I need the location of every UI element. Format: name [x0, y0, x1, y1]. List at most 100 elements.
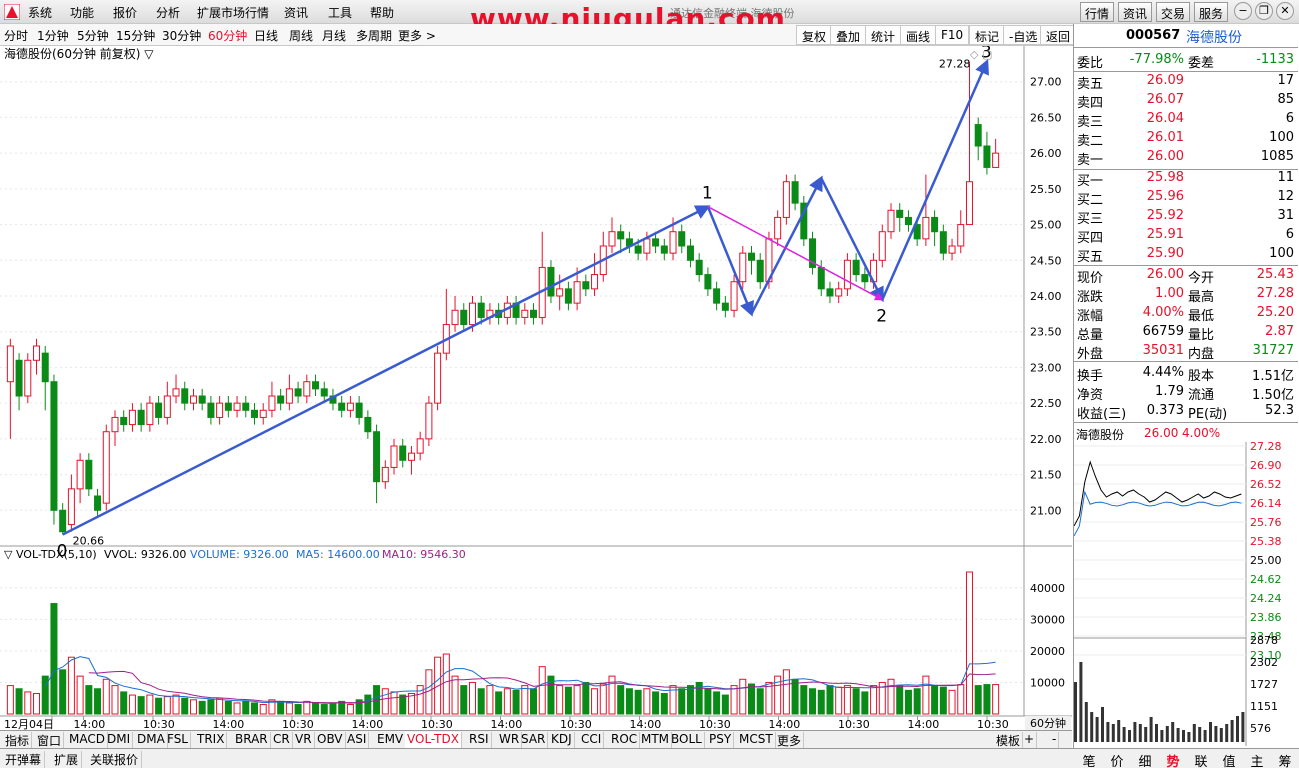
indicator-tab-rsi[interactable]: RSI — [467, 732, 492, 748]
chart-settings-icon[interactable]: ◇ ▢ — [970, 48, 992, 61]
menu-help[interactable]: 帮助 — [370, 4, 394, 21]
period-30min[interactable]: 30分钟 — [162, 27, 201, 44]
indicator-tab-asi[interactable]: ASI — [345, 732, 370, 748]
indicator-tab-窗口[interactable]: 窗口 — [35, 732, 65, 748]
panel-tab-6[interactable]: 主 — [1244, 751, 1270, 768]
bid-row[interactable]: 买三 25.92 31 — [1074, 208, 1298, 227]
ask-label: 卖五 — [1077, 77, 1104, 92]
chart-title[interactable]: 海德股份(60分钟 前复权) ▽ — [4, 46, 154, 61]
panel-tab-1[interactable]: 价 — [1104, 751, 1130, 768]
tool-stats[interactable]: 统计 — [865, 25, 902, 45]
status-left-0[interactable]: 开弹幕 — [2, 751, 46, 768]
indicator-tab-fsl[interactable]: FSL — [165, 732, 191, 748]
minimize-icon[interactable]: − — [1234, 2, 1252, 20]
period-daily[interactable]: 日线 — [254, 27, 278, 44]
mini-price-tick: 24.24 — [1250, 592, 1282, 605]
period-multi[interactable]: 多周期 — [356, 27, 392, 44]
candle-body — [268, 395, 276, 411]
period-monthly[interactable]: 月线 — [322, 27, 346, 44]
ask-row[interactable]: 卖一 26.00 1085 — [1074, 149, 1298, 168]
top-button-trade[interactable]: 交易 — [1156, 2, 1191, 22]
indicator-tab-mcst[interactable]: MCST — [737, 732, 776, 748]
vol-indicator-name[interactable]: ▽ VOL-TDX(5,10) — [4, 548, 97, 561]
kline-chart[interactable]: 27.00 26.50 26.00 25.50 25.00 24.50 24.00 23.50… — [0, 46, 1072, 730]
menu-system[interactable]: 系统 — [28, 4, 52, 21]
volume-bar — [826, 685, 834, 715]
period-60min[interactable]: 60分钟 — [208, 27, 247, 44]
ask-row[interactable]: 卖四 26.07 85 — [1074, 92, 1298, 111]
indbar-right-0[interactable]: 模板 — [994, 732, 1024, 748]
indicator-tab-dma[interactable]: DMA — [135, 732, 168, 748]
status-left-2[interactable]: 关联报价 — [87, 751, 143, 768]
status-left-1[interactable]: 扩展 — [51, 751, 83, 768]
period-weekly[interactable]: 周线 — [289, 27, 313, 44]
panel-tab-3[interactable]: 势 — [1160, 751, 1186, 768]
ask-row[interactable]: 卖三 26.04 6 — [1074, 111, 1298, 130]
time-tick-label: 12月04日 — [4, 718, 54, 730]
indicator-tab-trix[interactable]: TRIX — [195, 732, 228, 748]
indicator-tab-指标[interactable]: 指标 — [3, 732, 33, 748]
indicator-tab-macd[interactable]: MACD — [67, 732, 108, 748]
stock-name[interactable]: 海德股份 — [1186, 27, 1242, 47]
indicator-tab-boll[interactable]: BOLL — [669, 732, 705, 748]
tool-overlay[interactable]: 叠加 — [830, 25, 867, 45]
restore-icon[interactable]: ❐ — [1255, 2, 1273, 20]
indicator-tab-mtm[interactable]: MTM — [639, 732, 673, 748]
period-fenshi[interactable]: 分时 — [4, 27, 28, 44]
indicator-tab-dmi[interactable]: DMI — [105, 732, 134, 748]
top-button-news[interactable]: 资讯 — [1118, 2, 1153, 22]
menu-extended-market[interactable]: 扩展市场行情 — [197, 4, 269, 21]
top-button-quote[interactable]: 行情 — [1080, 2, 1115, 22]
menu-news[interactable]: 资讯 — [284, 4, 308, 21]
indicator-tab-obv[interactable]: OBV — [315, 732, 346, 748]
indicator-tab-cr[interactable]: CR — [271, 732, 293, 748]
bid-row[interactable]: 买五 25.90 100 — [1074, 246, 1298, 265]
panel-tab-0[interactable]: 笔 — [1076, 751, 1102, 768]
bid-row[interactable]: 买二 25.96 12 — [1074, 189, 1298, 208]
indbar-right-1[interactable]: + — [1022, 732, 1038, 748]
menu-function[interactable]: 功能 — [70, 4, 94, 21]
indicator-tab-brar[interactable]: BRAR — [233, 732, 271, 748]
menu-tools[interactable]: 工具 — [328, 4, 352, 21]
top-button-service[interactable]: 服务 — [1194, 2, 1229, 22]
mini-intraday-chart[interactable]: 海德股份 26.00 4.00% 27.28 26.90 26.52 26.14 25.… — [1074, 424, 1298, 748]
indicator-tab-psy[interactable]: PSY — [707, 732, 735, 748]
close-icon[interactable]: ✕ — [1276, 2, 1294, 20]
panel-tab-7[interactable]: 筹 — [1272, 751, 1298, 768]
tool-remove-watchlist[interactable]: -自选 — [1003, 25, 1044, 45]
indicator-tab-cci[interactable]: CCI — [579, 732, 605, 748]
tool-f10[interactable]: F10 — [935, 25, 970, 45]
bid-row[interactable]: 买四 25.91 6 — [1074, 227, 1298, 246]
volume-bar — [198, 700, 206, 715]
period-5min[interactable]: 5分钟 — [77, 27, 109, 44]
indbar-right-2[interactable]: - — [1050, 732, 1060, 748]
ask-row[interactable]: 卖五 26.09 17 — [1074, 73, 1298, 92]
period-more[interactable]: 更多 > — [398, 27, 436, 44]
indicator-tab-更多[interactable]: 更多 — [775, 732, 805, 748]
indicator-tab-kdj[interactable]: KDJ — [549, 732, 575, 748]
period-1min[interactable]: 1分钟 — [37, 27, 69, 44]
stock-header: 000567 海德股份 — [1074, 24, 1298, 48]
bid-row[interactable]: 买一 25.98 11 — [1074, 170, 1298, 189]
tool-draw[interactable]: 画线 — [900, 25, 937, 45]
indicator-tab-emv[interactable]: EMV — [375, 732, 407, 748]
tool-mark[interactable]: 标记 — [969, 25, 1006, 45]
period-15min[interactable]: 15分钟 — [116, 27, 155, 44]
stat-value: 1.50亿 — [1252, 388, 1294, 403]
stock-code[interactable]: 000567 — [1126, 28, 1180, 43]
panel-tab-2[interactable]: 细 — [1132, 751, 1158, 768]
menu-analysis[interactable]: 分析 — [156, 4, 180, 21]
panel-tab-4[interactable]: 联 — [1188, 751, 1214, 768]
tool-fuquan[interactable]: 复权 — [796, 25, 833, 45]
stat-label: 总量 — [1077, 328, 1104, 343]
ask-row[interactable]: 卖二 26.01 100 — [1074, 130, 1298, 149]
volume-bar — [756, 688, 764, 715]
indicator-tab-sar[interactable]: SAR — [519, 732, 549, 748]
indicator-tab-vr[interactable]: VR — [293, 732, 315, 748]
menu-quote[interactable]: 报价 — [113, 4, 137, 21]
panel-tab-5[interactable]: 值 — [1216, 751, 1242, 768]
indicator-tab-roc[interactable]: ROC — [609, 732, 641, 748]
indicator-tab-vol-tdx[interactable]: VOL-TDX — [405, 732, 462, 748]
period-badge[interactable]: 60分钟 — [1030, 716, 1066, 730]
tool-back[interactable]: 返回 — [1040, 25, 1077, 45]
